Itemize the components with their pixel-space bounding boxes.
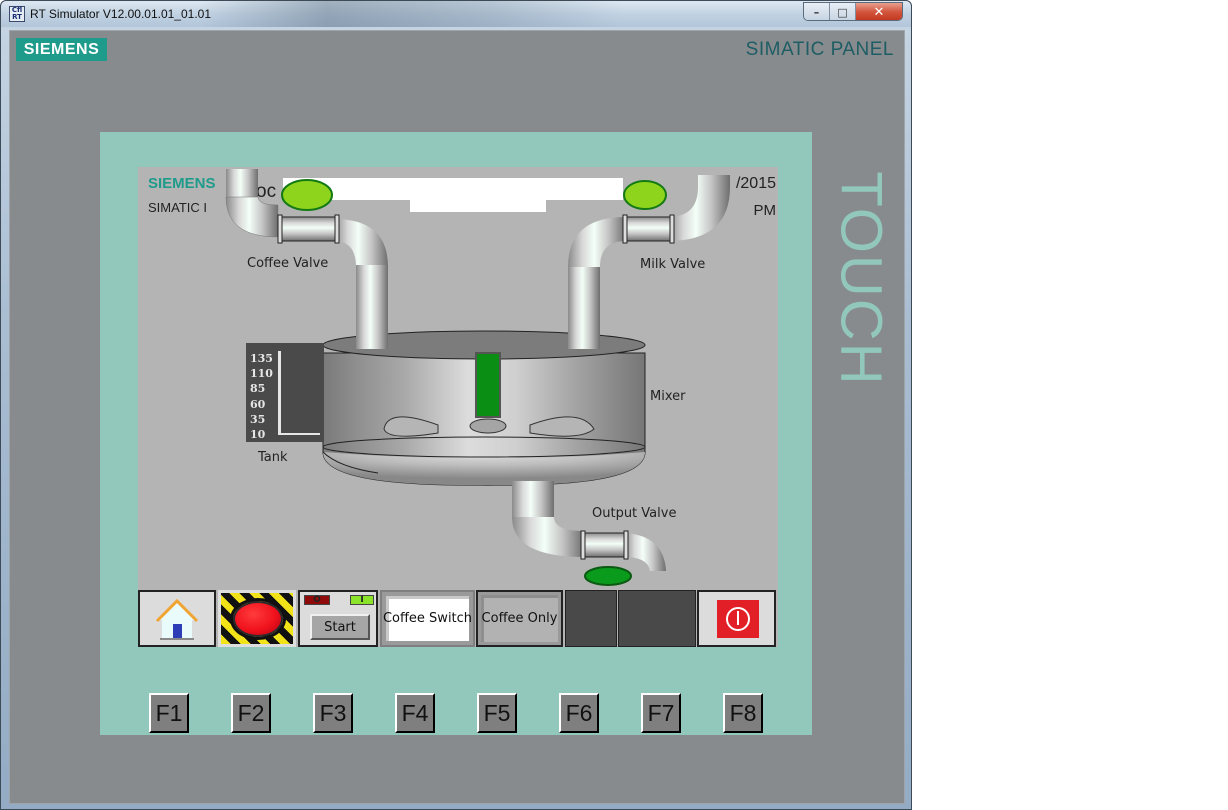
milk-valve[interactable] [622,214,675,244]
blank-button-1[interactable] [565,590,617,647]
mixer-label: Mixer [650,389,686,404]
output-valve[interactable] [580,530,629,560]
coffee-switch-button[interactable]: Coffee Switch [380,590,475,647]
tank-level-bar: 135 110 85 60 35 10 [246,343,324,442]
tank-label: Tank [258,450,288,465]
on-indicator: I [350,595,374,605]
blank-button-2[interactable] [618,590,696,647]
mixer-motor-indicator[interactable] [475,352,501,418]
f1-key[interactable]: F1 [149,693,189,733]
title-bar[interactable]: Cfl RT RT Simulator V12.00.01.01_01.01 – … [1,1,911,27]
output-valve-indicator [584,566,632,586]
f2-key[interactable]: F2 [231,693,271,733]
simatic-panel-label: SIMATIC PANEL [745,39,894,60]
siemens-logo: SIEMENS [16,38,107,61]
function-key-row: F1 F2 F3 F4 F5 F6 F7 F8 [149,693,769,735]
tank-tick: 35 [250,413,266,426]
mixer-agitator [383,416,595,437]
coffee-valve[interactable] [277,214,340,244]
tank-tick: 135 [250,352,273,365]
close-icon: ✕ [873,4,885,20]
touch-label: TOUCH [828,171,894,387]
coffee-only-label: Coffee Only [481,611,558,626]
tank-tick: 85 [250,382,266,395]
milk-valve-indicator [623,180,667,210]
power-button[interactable] [697,590,776,647]
f5-key[interactable]: F5 [477,693,517,733]
power-icon [726,607,750,631]
close-button[interactable]: ✕ [856,3,902,20]
f6-key[interactable]: F6 [559,693,599,733]
coffee-valve-indicator [281,179,333,211]
f4-key[interactable]: F4 [395,693,435,733]
start-control-group: O I Start [298,590,378,647]
home-icon [155,598,199,640]
maximize-icon: □ [837,5,848,19]
minimize-button[interactable]: – [804,3,830,20]
emergency-stop-icon [233,601,283,637]
coffee-only-button[interactable]: Coffee Only [476,590,563,647]
tank-tick: 110 [250,367,273,380]
off-indicator: O [304,595,330,605]
coffee-valve-label: Coffee Valve [247,256,329,271]
tank-tick: 10 [250,428,266,441]
f8-key[interactable]: F8 [723,693,763,733]
f3-key[interactable]: F3 [313,693,353,733]
simulator-window: Cfl RT RT Simulator V12.00.01.01_01.01 – … [0,0,912,810]
output-valve-label: Output Valve [592,506,677,521]
maximize-button[interactable]: □ [830,3,856,20]
milk-valve-label: Milk Valve [640,257,706,272]
home-button[interactable] [138,590,216,647]
hmi-screen: oc en SIEMENS SIMATIC I /2015 PM [138,167,778,647]
coffee-switch-label: Coffee Switch [382,611,473,626]
tank-level-fill [278,433,320,435]
hmi-button-bar: O I Start Coffee Switch Coffee Only [138,590,778,647]
tank-scale [278,351,281,435]
emergency-stop-button[interactable] [218,590,296,647]
window-title: RT Simulator V12.00.01.01_01.01 [30,7,212,21]
tank-tick: 60 [250,398,266,411]
minimize-icon: – [813,5,820,19]
wincc-rt-icon: Cfl RT [9,6,25,22]
f7-key[interactable]: F7 [641,693,681,733]
start-button[interactable]: Start [310,614,370,640]
